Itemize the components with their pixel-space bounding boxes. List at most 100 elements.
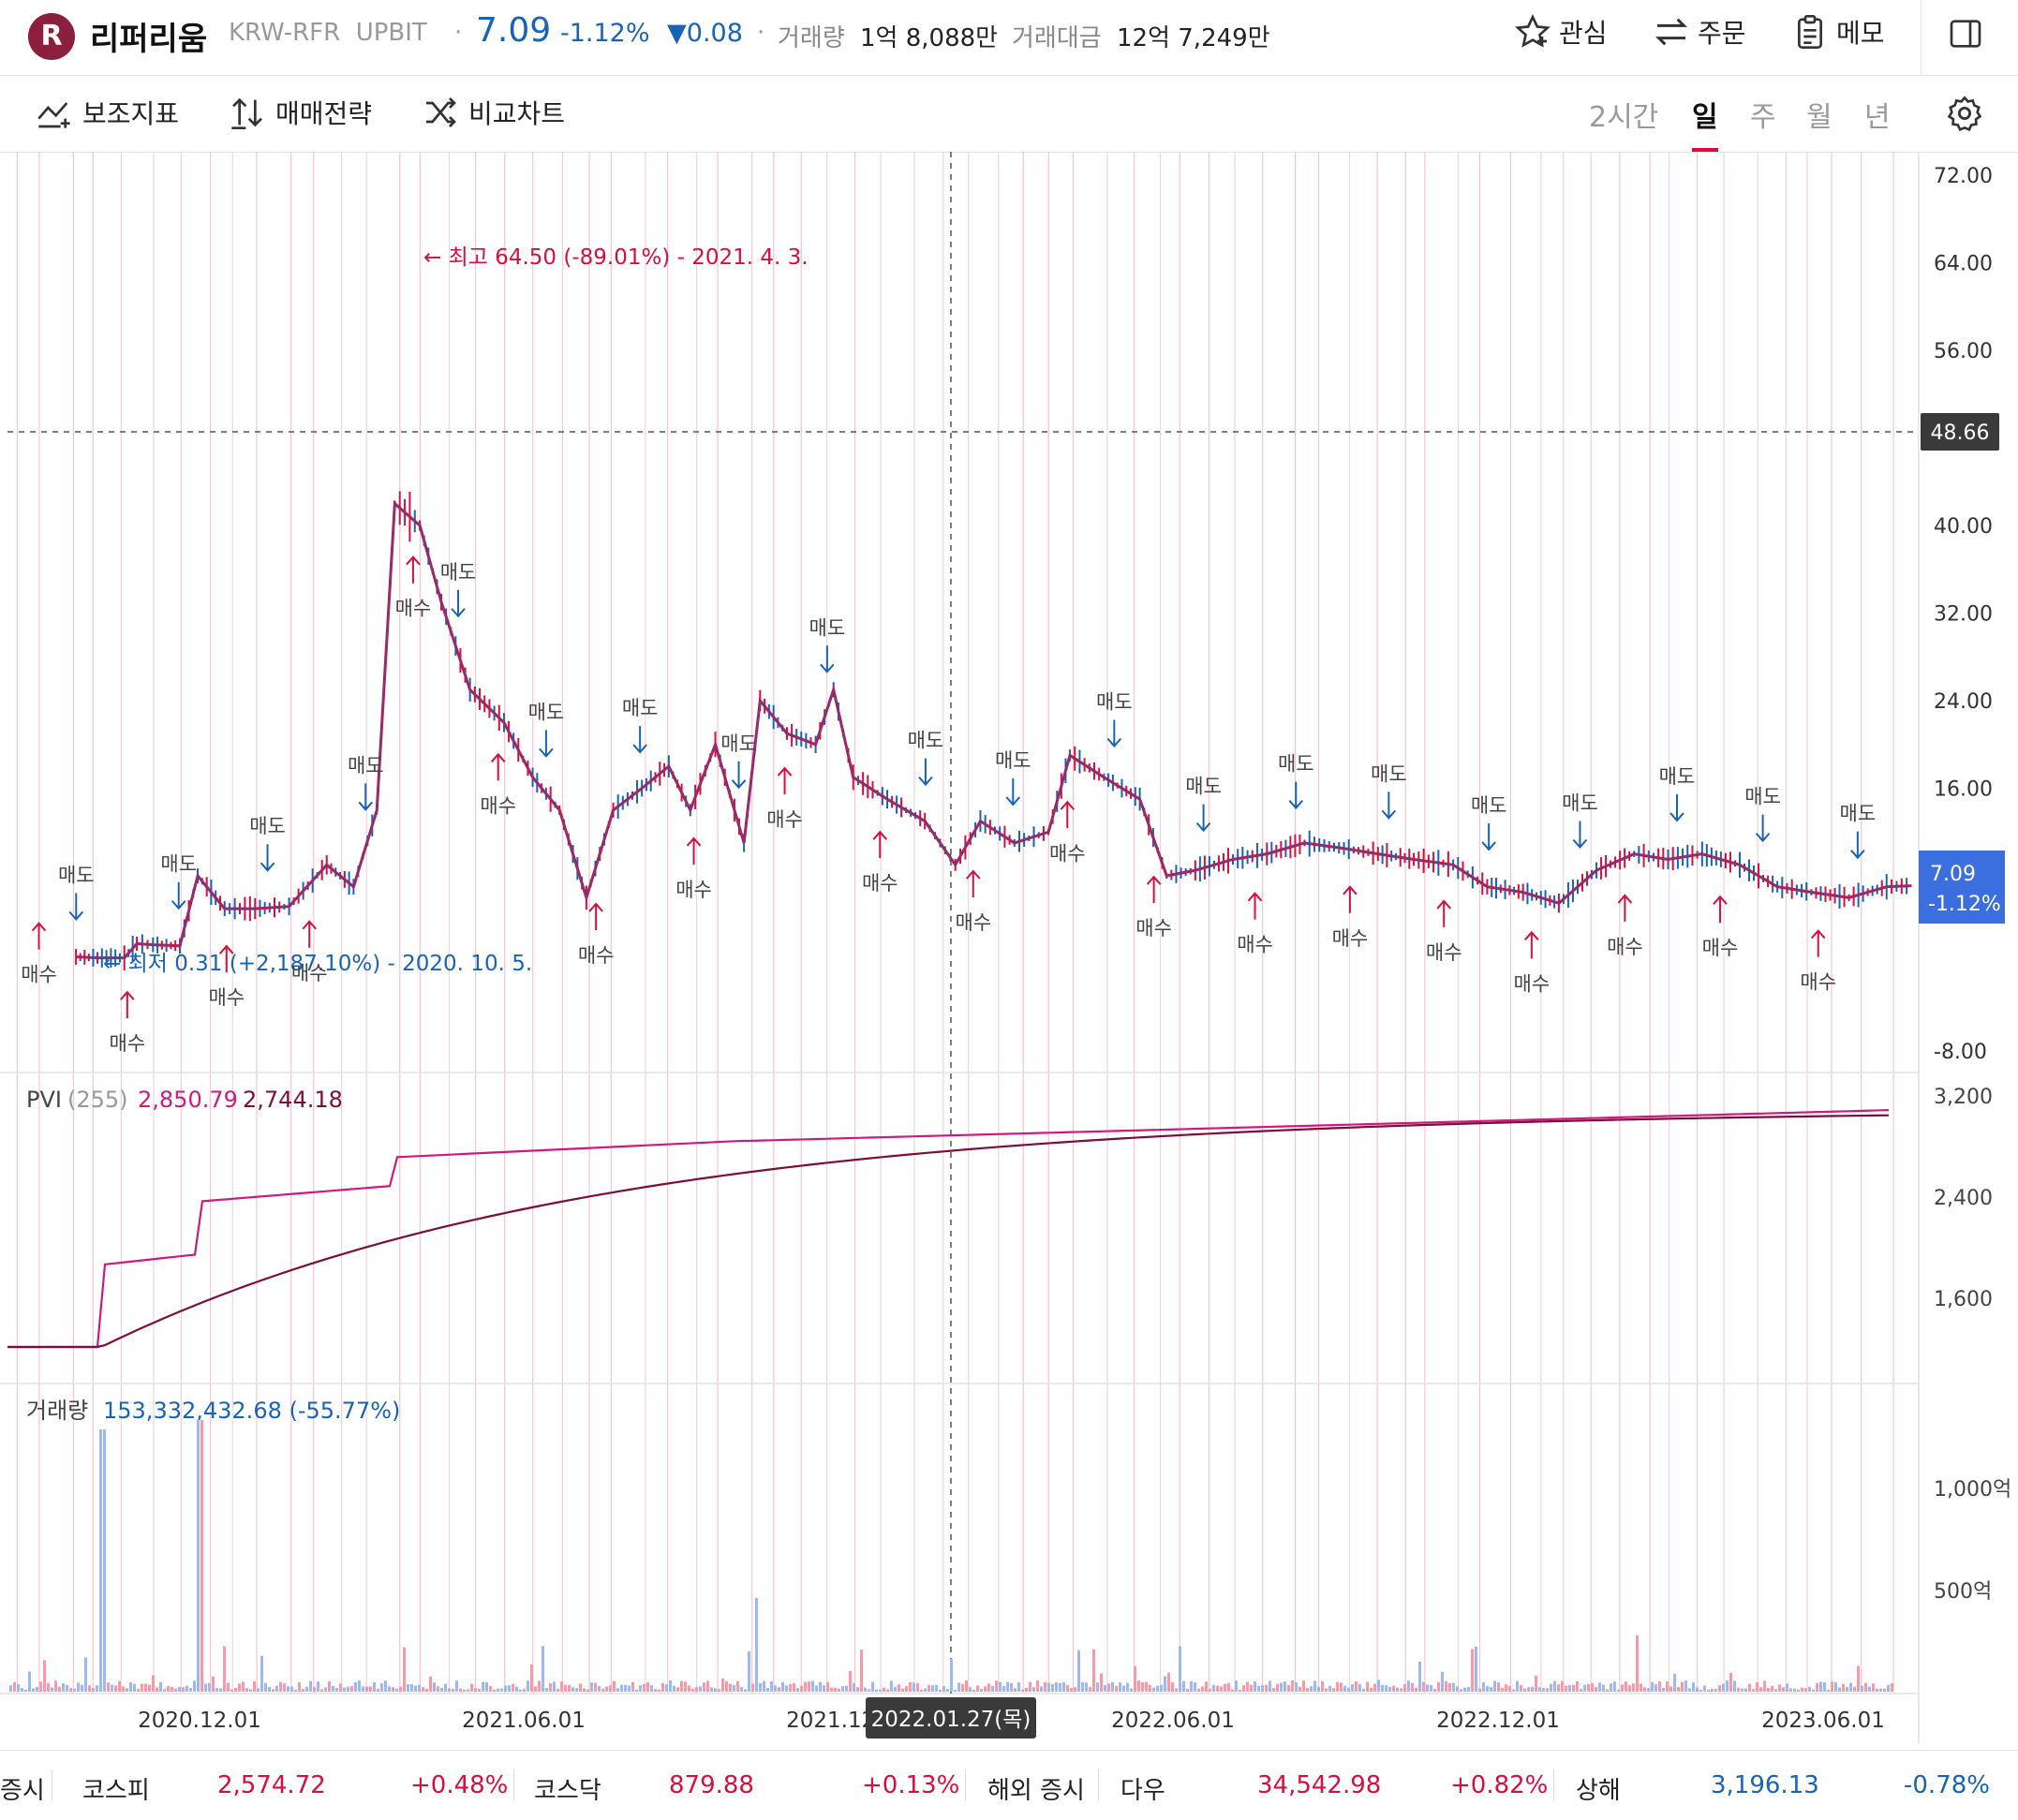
volume-bar — [778, 1687, 780, 1692]
volume-bar — [556, 1688, 559, 1692]
volume-bar — [21, 1688, 23, 1692]
buy-label: 매수 — [1800, 971, 1836, 994]
pvi-param: (255) — [67, 1087, 128, 1113]
volume-bar — [673, 1685, 675, 1692]
volume-bar — [1295, 1681, 1298, 1692]
volume-bar — [77, 1682, 80, 1692]
volume-bar — [957, 1682, 960, 1692]
volume-bar — [1141, 1681, 1144, 1692]
volume-bar — [519, 1689, 522, 1692]
memo-button[interactable]: 메모 — [1791, 13, 1885, 51]
volume-bar — [845, 1685, 848, 1692]
volume-bar — [984, 1686, 987, 1692]
volume-bar — [384, 1680, 387, 1692]
volume-bar — [1377, 1679, 1380, 1692]
chart-canvas[interactable]: 72.0064.0056.0048.0040.0032.0024.0016.00… — [0, 152, 2018, 1744]
strategy-button[interactable]: 매매전략 — [229, 94, 372, 131]
price-line-overlay — [76, 502, 1912, 959]
dow-name[interactable]: 다우 — [1120, 1771, 1165, 1806]
order-button[interactable]: 주문 — [1653, 13, 1746, 51]
volume-bar — [504, 1685, 507, 1692]
volume-bar — [111, 1684, 113, 1692]
volume-bar — [1085, 1682, 1088, 1692]
volume-bar — [808, 1681, 810, 1692]
period-week[interactable]: 주 — [1750, 94, 1776, 135]
indicators-button[interactable]: 보조지표 — [36, 94, 179, 131]
period-month[interactable]: 월 — [1806, 94, 1833, 135]
volume-bar — [1010, 1682, 1013, 1692]
volume-bar — [159, 1681, 162, 1692]
sell-label: 매도 — [1278, 753, 1314, 776]
volume-bar — [1786, 1683, 1788, 1692]
buy-label: 매수 — [1135, 917, 1172, 940]
buy-label: 매수 — [1332, 927, 1369, 950]
volume-label: 거래량 — [778, 24, 845, 52]
footer-label: 증시 — [0, 1777, 45, 1805]
shanghai-name[interactable]: 상해 — [1576, 1771, 1621, 1806]
volume-bar — [613, 1680, 616, 1692]
volume-bar — [422, 1687, 424, 1692]
volume-bar — [444, 1683, 447, 1692]
volume-bar — [568, 1684, 571, 1692]
gear-icon[interactable] — [1945, 94, 1984, 133]
volume-bar — [1621, 1684, 1624, 1692]
volume-bar — [380, 1682, 383, 1692]
volume-bar — [1478, 1688, 1481, 1692]
volume-bar — [1823, 1681, 1826, 1692]
sell-arrow-icon — [1288, 781, 1304, 810]
volume-bar — [1313, 1680, 1316, 1692]
volume-bar — [1227, 1682, 1230, 1692]
coin-name[interactable]: 리퍼리움 — [90, 13, 207, 59]
volume-bar — [1891, 1683, 1893, 1692]
shuffle-icon — [426, 97, 456, 127]
volume-bar — [1658, 1680, 1661, 1692]
volume-bar — [1385, 1685, 1387, 1692]
kospi-name[interactable]: 코스피 — [82, 1771, 150, 1806]
volume-readout: 153,332,432.68 (-55.77%) — [103, 1398, 400, 1424]
price-tick: 64.00 — [1934, 253, 1993, 276]
period-year[interactable]: 년 — [1864, 94, 1891, 135]
sell-arrow-icon — [1381, 792, 1397, 820]
buy-label: 매수 — [862, 872, 898, 895]
volume-bar — [163, 1689, 166, 1692]
watch-button[interactable]: 관심 — [1514, 13, 1608, 51]
volume-bar — [1714, 1688, 1717, 1692]
volume-bar — [339, 1683, 342, 1692]
price-tick: 24.00 — [1934, 690, 1993, 714]
chart-toolbar: 보조지표 매매전략 비교차트 2시간 일 주 월 년 — [0, 75, 2018, 153]
kosdaq-name[interactable]: 코스닥 — [534, 1771, 601, 1806]
shanghai-value: 3,196.13 — [1711, 1771, 1819, 1799]
volume-bar — [414, 1685, 417, 1692]
volume-bar — [58, 1686, 61, 1692]
price-tick: 56.00 — [1934, 340, 1993, 363]
buy-label: 매수 — [109, 1032, 145, 1055]
period-day[interactable]: 일 — [1692, 94, 1718, 135]
volume-bar — [249, 1689, 252, 1692]
volume-bar — [1017, 1682, 1020, 1692]
volume-bar — [1561, 1680, 1564, 1692]
period-2h[interactable]: 2시간 — [1589, 94, 1658, 135]
volume-bar — [1782, 1687, 1785, 1692]
sidebar-toggle-icon[interactable] — [1947, 15, 1984, 52]
compare-button[interactable]: 비교차트 — [422, 94, 565, 131]
volume-bar — [1066, 1684, 1069, 1692]
volume-bar — [1025, 1687, 1028, 1692]
volume-bar — [1475, 1646, 1477, 1692]
volume-bar — [452, 1688, 454, 1692]
volume-bar — [1744, 1688, 1747, 1692]
candle-series — [75, 491, 1908, 970]
change-percent: -1.12% — [560, 19, 650, 48]
dow-value: 34,542.98 — [1257, 1771, 1382, 1799]
volume-bar — [1040, 1686, 1043, 1692]
volume-bar — [1261, 1685, 1264, 1692]
volume-bar — [126, 1688, 128, 1692]
volume-bar — [1550, 1683, 1552, 1692]
volume-bar — [927, 1685, 930, 1692]
volume-bar — [1598, 1682, 1601, 1692]
volume-bar — [489, 1686, 492, 1692]
volume-bar — [1137, 1680, 1140, 1692]
buy-arrow-icon — [1810, 929, 1826, 957]
volume-bar — [1733, 1680, 1736, 1692]
volume-bar — [1302, 1680, 1305, 1692]
volume-bar — [1467, 1687, 1470, 1692]
